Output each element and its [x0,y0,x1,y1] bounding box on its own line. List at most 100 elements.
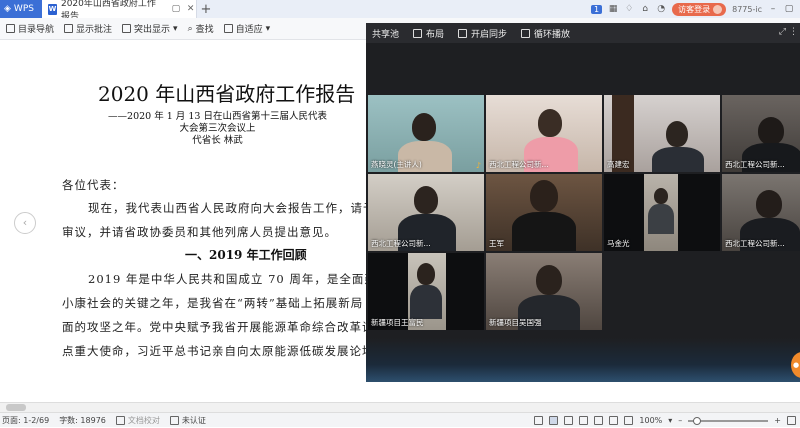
eye-protect-icon[interactable] [624,416,634,425]
wps-home-tab[interactable]: ◈ WPS [0,0,42,18]
highlight-icon [122,24,132,33]
fit-icon [223,24,233,33]
video-tile[interactable]: 西北工程公司新... [722,95,800,172]
page-view-icon[interactable] [549,416,559,425]
sync-icon [458,28,468,38]
doc-paragraph-line: 现在，我代表山西省人民政府向大会报告工作，请予 [88,201,376,215]
bell-icon[interactable]: ◔ [656,4,666,14]
avatar [713,4,723,14]
participant-name: 西北工程公司新... [371,239,431,248]
loop-play-button[interactable]: 循环播放 [521,27,570,40]
doc-paragraph-line: 小康社会的关键之年，是我省在“两转”基础上拓展新局 [62,296,364,310]
participant-name: 西北工程公司新... [725,160,785,169]
more-icon[interactable]: ⋮ [789,27,798,37]
grid-icon[interactable]: ▦ [608,4,618,14]
panel-background-glow [366,338,800,382]
loop-icon [521,28,531,38]
participant-name: 马金光 [607,239,630,248]
video-tile[interactable]: 新疆项目吴国强 [486,253,602,330]
sync-label: 开启同步 [471,29,508,40]
globe-icon[interactable] [609,416,619,425]
minimize-icon[interactable]: – [768,4,778,14]
doc-check-button[interactable]: 文档校对 [115,415,160,426]
show-comments-button[interactable]: 显示批注 [64,22,112,35]
outline-view-icon[interactable] [564,416,574,425]
zoom-out-icon[interactable]: – [678,416,682,425]
find-label: 查找 [195,25,214,35]
user-id: 8775-ic [732,4,762,14]
toc-nav-button[interactable]: 目录导航 [6,22,54,35]
assistant-icon: ● [793,361,800,369]
fit-button[interactable]: 自适应 ▾ [223,22,270,35]
sync-button[interactable]: 开启同步 [458,27,507,40]
participant-name: 王军 [489,239,504,248]
wps-logo-icon: ◈ [4,4,11,14]
fullscreen-icon[interactable] [787,416,796,425]
prev-page-button[interactable]: ‹ [14,212,36,234]
video-tile[interactable]: 燕晓灵(主讲人) ♪ [368,95,484,172]
doc-title: 2020 年山西省政府工作报告 [98,82,356,106]
cert-icon [169,415,179,425]
zoom-slider[interactable] [688,416,769,425]
video-tile[interactable]: 马金光 [604,174,720,251]
video-tile[interactable]: 西北工程公司新... [368,174,484,251]
shirt-icon[interactable]: ⌂ [640,4,650,14]
reading-mode-icon[interactable] [534,416,544,425]
wps-tab-label: WPS [13,4,34,14]
chevron-down-icon: ▾ [173,23,178,34]
video-tile[interactable]: 西北工程公司新... [722,174,800,251]
horizontal-scrollbar[interactable] [0,402,800,412]
login-label: 访客登录 [678,4,711,14]
document-tab[interactable]: W 2020年山西省政府工作报告 ▢ ✕ [42,0,197,22]
titlebar-right: 1 ▦ ♢ ⌂ ◔ 访客登录 8775-ic – ▢ [591,0,800,18]
video-meeting-panel: 共享池 布局 开启同步 循环播放 ⤢ ⋮ 燕晓灵(主讲人) ♪ 西北工程公司新.… [366,23,800,382]
participant-name: 高建宏 [607,160,630,169]
participant-name: 西北工程公司新... [725,239,785,248]
video-tile[interactable]: 高建宏 [604,95,720,172]
page-badge[interactable]: 1 [591,4,603,14]
page-info[interactable]: 页面: 1-2/69 [2,415,49,426]
title-bar: ◈ WPS W 2020年山西省政府工作报告 ▢ ✕ + 1 ▦ ♢ ⌂ ◔ 访… [0,0,800,22]
skin-icon[interactable]: ♢ [624,4,634,14]
zoom-slider-knob[interactable] [693,416,702,425]
chevron-left-icon: ‹ [22,216,28,229]
participant-name: 西北工程公司新... [489,160,549,169]
participant-name: 新疆项目王富民 [371,318,424,327]
zoom-level[interactable]: 100% [639,416,662,425]
toc-icon [6,24,15,33]
show-comments-label: 显示批注 [76,25,113,35]
tab-close-icon[interactable]: ✕ [185,4,196,14]
highlight-button[interactable]: 突出显示 ▾ [122,22,178,35]
word-count[interactable]: 字数: 18976 [59,415,106,426]
web-view-icon[interactable] [579,416,589,425]
scrollbar-thumb[interactable] [6,404,26,411]
layout-button[interactable]: 布局 [413,27,444,40]
doc-section-heading: 一、2019 年工作回顾 [185,248,307,262]
video-tile[interactable]: 西北工程公司新... [486,95,602,172]
toc-nav-label: 目录导航 [18,25,55,35]
maximize-icon[interactable]: ▢ [784,4,794,14]
participant-name: 燕晓灵(主讲人) [371,160,422,169]
highlight-label: 突出显示 [134,25,171,35]
doc-paragraph-line: 审议，并请省政协委员和其他列席人员提出意见。 [62,225,337,239]
expand-icon[interactable]: ⤢ [779,27,786,37]
fit-label: 自适应 [235,25,263,35]
zoom-in-icon[interactable]: + [774,416,781,425]
new-tab-button[interactable]: + [197,0,215,18]
participant-name: 新疆项目吴国强 [489,318,542,327]
layout-icon [413,28,423,38]
cert-status[interactable]: 未认证 [169,415,206,426]
video-tile[interactable]: 新疆项目王富民 [368,253,484,330]
doc-check-label: 文档校对 [127,415,160,425]
tab-window-icon[interactable]: ▢ [170,4,181,14]
doc-paragraph-line: 2019 年是中华人民共和国成立 70 周年，是全面建成 [88,272,390,286]
loop-play-label: 循环播放 [534,29,571,40]
comment-icon [64,24,74,33]
status-bar-right: 100% ▾ – + [534,413,796,428]
find-button[interactable]: ⌕ 查找 [188,22,214,36]
video-tile[interactable]: 王军 [486,174,602,251]
login-button[interactable]: 访客登录 [672,2,727,16]
write-mode-icon[interactable] [594,416,604,425]
speaker-icon: ♪ [475,161,481,170]
chevron-down-icon[interactable]: ▾ [668,416,672,425]
